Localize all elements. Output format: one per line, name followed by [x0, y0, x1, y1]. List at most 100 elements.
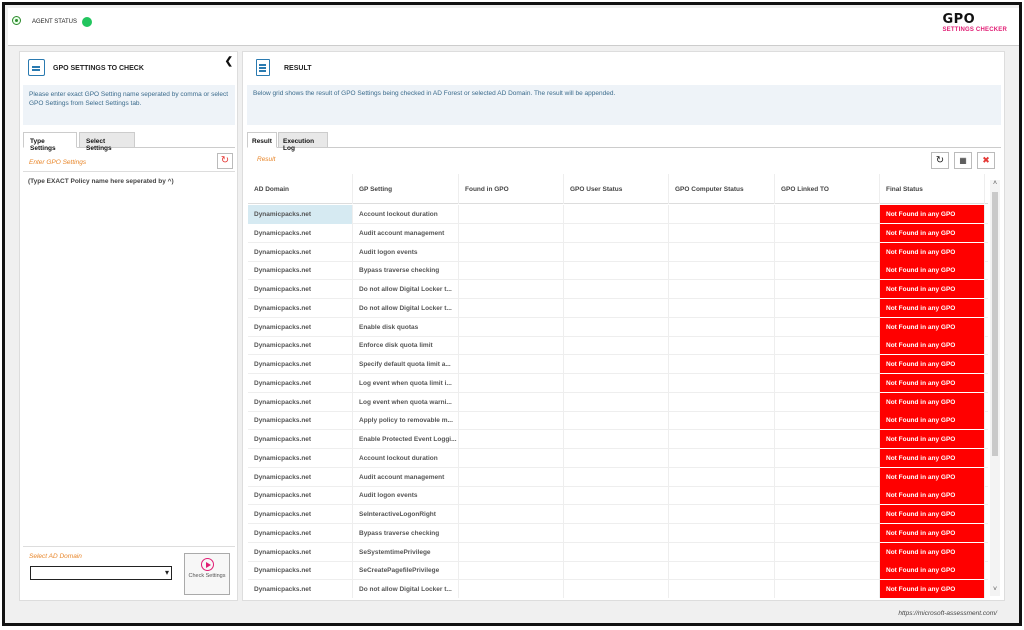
table-cell [459, 467, 564, 487]
status-cell: Not Found in any GPO [880, 486, 985, 506]
column-header[interactable]: GPO User Status [564, 174, 669, 204]
table-row[interactable]: Dynamicpacks.net Do not allow Digital Loc… [248, 298, 988, 318]
table-cell [775, 542, 880, 562]
table-row[interactable]: Dynamicpacks.net Audit logon events Not Fo… [248, 486, 988, 506]
grid-scrollbar[interactable]: ˄ ˅ [990, 180, 1000, 596]
table-cell [459, 317, 564, 337]
status-cell: Not Found in any GPO [880, 561, 985, 581]
table-cell: Do not allow Digital Locker t... [353, 580, 459, 598]
table-cell [564, 280, 669, 299]
table-row[interactable]: Dynamicpacks.net SeSystemtimePrivilege Not… [248, 542, 988, 562]
tab-execution-log[interactable]: Execution Log [278, 132, 328, 152]
table-cell [669, 467, 775, 487]
scroll-down-icon[interactable]: ˅ [990, 586, 1000, 596]
column-header[interactable]: GP Setting [353, 174, 459, 204]
table-cell [775, 523, 880, 543]
table-row[interactable]: Dynamicpacks.net Enforce disk quota limit… [248, 336, 988, 356]
status-cell: Not Found in any GPO [880, 317, 985, 337]
table-cell [459, 261, 564, 281]
footer-url[interactable]: https://microsoft-assessment.com/ [898, 610, 997, 617]
table-row[interactable]: Dynamicpacks.net Do not allow Digital Loc… [248, 280, 988, 299]
table-row[interactable]: Dynamicpacks.net SeCreatePagefilePrivileg… [248, 561, 988, 581]
table-cell [459, 411, 564, 431]
check-settings-button[interactable]: Check Settings [184, 553, 230, 595]
tab-select-settings[interactable]: Select Settings [79, 132, 135, 152]
table-row[interactable]: Dynamicpacks.net Account lockout duration… [248, 205, 988, 224]
scroll-thumb[interactable] [992, 192, 998, 456]
settings-textarea[interactable]: (Type EXACT Policy name here seperated b… [28, 178, 174, 185]
status-cell: Not Found in any GPO [880, 205, 985, 224]
table-row[interactable]: Dynamicpacks.net Specify default quota li… [248, 355, 988, 374]
table-cell [564, 355, 669, 374]
table-row[interactable]: Dynamicpacks.net Audit account management… [248, 467, 988, 487]
table-row[interactable]: Dynamicpacks.net Audit logon events Not Fo… [248, 242, 988, 262]
table-row[interactable]: Dynamicpacks.net Account lockout duration… [248, 448, 988, 468]
table-cell [669, 561, 775, 581]
column-header[interactable]: Found in GPO [459, 174, 564, 204]
table-cell: Dynamicpacks.net [248, 580, 353, 598]
table-cell [459, 223, 564, 243]
table-cell [775, 355, 880, 374]
table-cell: Dynamicpacks.net [248, 486, 353, 506]
table-row[interactable]: Dynamicpacks.net Bypass traverse checking… [248, 523, 988, 543]
table-row[interactable]: Dynamicpacks.net Audit account management… [248, 223, 988, 243]
result-panel: RESULT Below grid shows the result of GP… [242, 51, 1005, 601]
result-label: Result [257, 156, 276, 163]
column-header[interactable]: GPO Computer Status [669, 174, 775, 204]
table-cell [775, 467, 880, 487]
table-cell [564, 223, 669, 243]
table-cell [775, 298, 880, 318]
table-cell [564, 205, 669, 224]
table-row[interactable]: Dynamicpacks.net Enable Protected Event L… [248, 430, 988, 449]
table-cell [564, 411, 669, 431]
status-cell: Not Found in any GPO [880, 298, 985, 318]
clear-results-icon[interactable]: ✖ [977, 152, 995, 169]
table-row[interactable]: Dynamicpacks.net Do not allow Digital Loc… [248, 580, 988, 598]
table-cell: Audit account management [353, 467, 459, 487]
agent-status-label: AGENT STATUS [32, 19, 78, 25]
table-row[interactable]: Dynamicpacks.net Log event when quota war… [248, 392, 988, 412]
table-cell: Dynamicpacks.net [248, 467, 353, 487]
check-settings-label: Check Settings [188, 573, 226, 579]
table-cell: Log event when quota limit i... [353, 373, 459, 393]
status-cell: Not Found in any GPO [880, 280, 985, 299]
status-cell: Not Found in any GPO [880, 355, 985, 374]
column-header[interactable]: Final Status [880, 174, 985, 204]
table-row[interactable]: Dynamicpacks.net SeInteractiveLogonRight N… [248, 505, 988, 524]
table-row[interactable]: Dynamicpacks.net Log event when quota lim… [248, 373, 988, 393]
table-row[interactable]: Dynamicpacks.net Bypass traverse checking… [248, 261, 988, 281]
scroll-up-icon[interactable]: ˄ [990, 180, 1000, 190]
status-cell: Not Found in any GPO [880, 261, 985, 281]
table-cell [669, 580, 775, 598]
table-cell: Dynamicpacks.net [248, 542, 353, 562]
chevron-left-icon[interactable]: ❮ [225, 56, 233, 67]
table-cell: Do not allow Digital Locker t... [353, 280, 459, 299]
status-cell: Not Found in any GPO [880, 373, 985, 393]
tab-type-settings[interactable]: Type Settings [23, 132, 77, 152]
grid-header: AD Domain GP Setting Found in GPO GPO User … [248, 174, 988, 204]
brand-logo: GPO SETTINGS CHECKER [942, 13, 1007, 34]
table-cell: Dynamicpacks.net [248, 317, 353, 337]
table-cell: Dynamicpacks.net [248, 336, 353, 356]
table-cell [775, 430, 880, 449]
export-icon[interactable]: ▦ [954, 152, 972, 169]
column-header[interactable]: AD Domain [248, 174, 353, 204]
table-cell [669, 542, 775, 562]
settings-list-icon [28, 59, 45, 76]
table-row[interactable]: Dynamicpacks.net Apply policy to removabl… [248, 411, 988, 431]
tab-result[interactable]: Result [247, 132, 277, 148]
status-cell: Not Found in any GPO [880, 392, 985, 412]
gpo-settings-panel: GPO SETTINGS TO CHECK ❮ Please enter exa… [19, 51, 238, 601]
column-header[interactable]: GPO Linked TO [775, 174, 880, 204]
refresh-icon[interactable]: ↻ [931, 152, 949, 169]
enter-settings-row: Enter GPO Settings ↻ [23, 152, 235, 172]
domain-dropdown[interactable] [30, 566, 172, 580]
table-cell [459, 505, 564, 524]
app-window: AGENT STATUS GPO SETTINGS CHECKER GPO SE… [2, 2, 1022, 626]
table-cell: Dynamicpacks.net [248, 205, 353, 224]
table-row[interactable]: Dynamicpacks.net Enable disk quotas Not Fo… [248, 317, 988, 337]
table-cell [775, 317, 880, 337]
table-cell [459, 298, 564, 318]
reset-input-button[interactable]: ↻ [217, 153, 233, 169]
table-cell [669, 280, 775, 299]
